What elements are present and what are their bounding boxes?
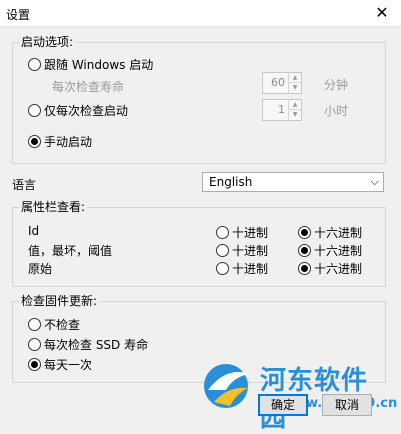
radio-circle-icon[interactable] <box>28 58 41 71</box>
attr-value-hex-radio[interactable]: 十六进制 <box>298 242 362 259</box>
language-select[interactable]: English ⌵ <box>202 172 384 192</box>
attr-dec-label: 十进制 <box>232 262 269 276</box>
attr-row-label: 原始 <box>28 262 53 276</box>
attr-row-label: 值，最坏，阈值 <box>28 244 113 258</box>
attr-dec-label: 十进制 <box>232 244 269 258</box>
cancel-button[interactable]: 取消 <box>322 394 372 416</box>
attr-row-label: Id <box>28 224 40 238</box>
radio-follow-windows-label: 跟随 Windows 启动 <box>44 58 154 72</box>
attr-id-dec-radio[interactable]: 十进制 <box>216 224 268 241</box>
check-life-value[interactable]: 60 <box>263 73 287 93</box>
radio-circle-icon[interactable] <box>28 318 41 331</box>
spin-up-icon[interactable]: ▲ <box>288 73 301 83</box>
ok-button[interactable]: 确定 <box>258 394 308 416</box>
radio-no-check-label: 不检查 <box>44 318 81 332</box>
attr-raw-hex-radio[interactable]: 十六进制 <box>298 260 362 277</box>
radio-each-ssd[interactable]: 每次检查 SSD 寿命 <box>28 336 148 353</box>
radio-daily[interactable]: 每天一次 <box>28 356 92 373</box>
radio-daily-label: 每天一次 <box>44 358 93 372</box>
attr-dec-label: 十进制 <box>232 226 269 240</box>
radio-no-check[interactable]: 不检查 <box>28 316 80 333</box>
radio-circle-icon[interactable] <box>216 244 229 257</box>
radio-manual-start-label: 手动启动 <box>44 135 93 149</box>
radio-follow-windows[interactable]: 跟随 Windows 启动 <box>28 56 153 73</box>
hours-spinner[interactable]: 1 ▲ ▼ <box>262 99 302 121</box>
attr-hex-label: 十六进制 <box>314 244 363 258</box>
attr-value-dec-radio[interactable]: 十进制 <box>216 242 268 259</box>
radio-manual-start[interactable]: 手动启动 <box>28 133 92 150</box>
window-title: 设置 <box>6 8 31 22</box>
radio-each-ssd-label: 每次检查 SSD 寿命 <box>44 338 149 352</box>
radio-selected-icon[interactable] <box>298 226 311 239</box>
hours-unit-label: 小时 <box>324 104 349 118</box>
attr-raw-dec-radio[interactable]: 十进制 <box>216 260 268 277</box>
language-label: 语言 <box>12 178 37 192</box>
radio-selected-icon[interactable] <box>298 262 311 275</box>
radio-check-each-start[interactable]: 仅每次检查启动 <box>28 102 128 119</box>
minutes-unit-label: 分钟 <box>324 78 349 92</box>
radio-selected-icon[interactable] <box>298 244 311 257</box>
radio-selected-icon[interactable] <box>28 135 41 148</box>
spin-up-icon[interactable]: ▲ <box>288 100 301 110</box>
radio-circle-icon[interactable] <box>216 262 229 275</box>
firmware-label: 检查固件更新: <box>19 294 100 308</box>
startup-options-label: 启动选项: <box>19 35 76 49</box>
title-bar: 设置 ✕ <box>0 0 401 27</box>
chevron-down-icon[interactable]: ⌵ <box>371 175 379 189</box>
spin-down-icon[interactable]: ▼ <box>288 110 301 120</box>
radio-check-each-start-label: 仅每次检查启动 <box>44 104 129 118</box>
spin-down-icon[interactable]: ▼ <box>288 83 301 93</box>
attr-hex-label: 十六进制 <box>314 226 363 240</box>
check-life-label: 每次检查寿命 <box>52 80 125 94</box>
radio-circle-icon[interactable] <box>28 338 41 351</box>
close-icon[interactable]: ✕ <box>371 3 393 23</box>
attr-hex-label: 十六进制 <box>314 262 363 276</box>
hours-value[interactable]: 1 <box>263 100 287 120</box>
radio-selected-icon[interactable] <box>28 358 41 371</box>
attr-bar-label: 属性栏查看: <box>19 200 88 214</box>
radio-circle-icon[interactable] <box>28 104 41 117</box>
radio-circle-icon[interactable] <box>216 226 229 239</box>
check-life-spinner[interactable]: 60 ▲ ▼ <box>262 72 302 94</box>
attr-id-hex-radio[interactable]: 十六进制 <box>298 224 362 241</box>
language-selected-value: English <box>209 175 253 189</box>
